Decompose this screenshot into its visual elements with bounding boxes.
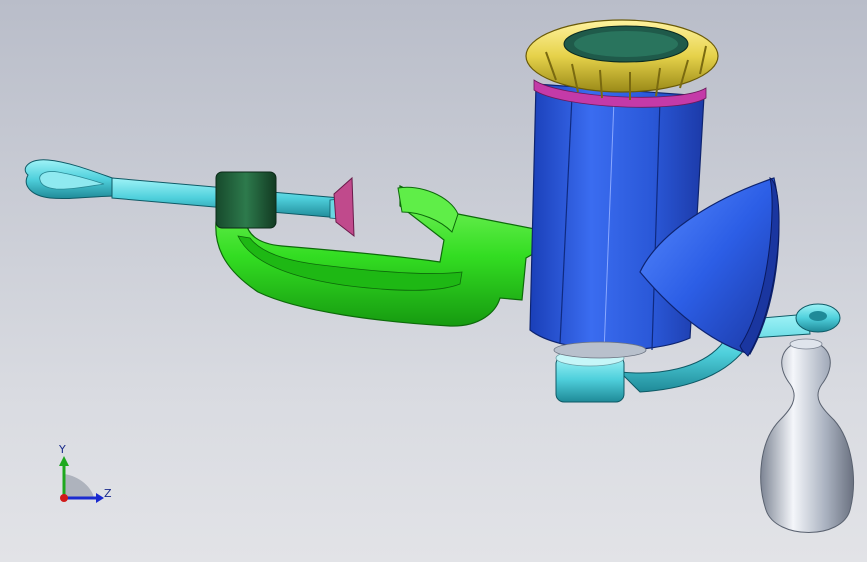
silver-handle-knob[interactable]	[760, 341, 854, 533]
triad-xy-plane	[64, 474, 94, 498]
triad-z-arrow	[96, 493, 104, 503]
orientation-triad[interactable]: Y Z	[58, 443, 112, 503]
c-clamp[interactable]	[215, 171, 541, 327]
hopper-mesh	[574, 31, 678, 57]
body-bottom-ring	[553, 341, 647, 359]
clamp-screw-assembly[interactable]	[24, 159, 355, 238]
triad-z-label: Z	[104, 487, 112, 500]
triad-y-label: Y	[58, 443, 66, 456]
triad-origin	[60, 494, 68, 502]
crank-pivot-hole	[809, 311, 827, 321]
cutter-disc[interactable]	[333, 176, 355, 238]
cad-viewport[interactable]: Y Z	[0, 0, 867, 562]
handle-knob-top	[789, 338, 823, 350]
clamp-collar[interactable]	[215, 171, 277, 229]
triad-y-arrow	[59, 456, 69, 466]
grinder-body[interactable]	[529, 83, 705, 359]
